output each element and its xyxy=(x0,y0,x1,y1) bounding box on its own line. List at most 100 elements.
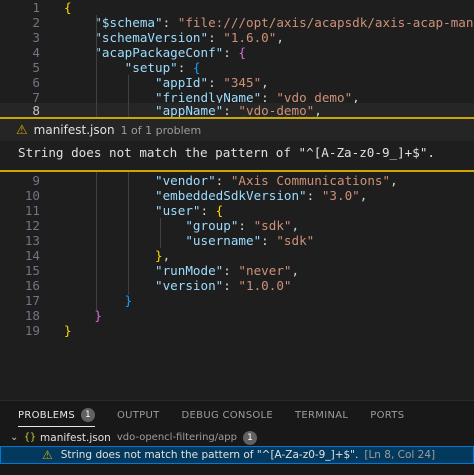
code-token: "sdk" xyxy=(253,218,292,233)
line-number: 4 xyxy=(32,45,40,60)
tab-label: PROBLEMS xyxy=(18,409,75,421)
line-code: { xyxy=(64,0,72,15)
chevron-down-icon[interactable]: ⌄ xyxy=(10,429,24,447)
line-code: "vendor": "Axis Communications", xyxy=(64,173,398,188)
code-token: "file:///opt/axis/acapsdk/axis-acap-mani xyxy=(177,15,474,30)
code-line[interactable]: 16 "version": "1.0.0" xyxy=(0,278,474,293)
code-line[interactable]: 15 "runMode": "never", xyxy=(0,263,474,278)
code-token: : xyxy=(223,263,239,278)
tab-output[interactable]: OUTPUT xyxy=(117,401,160,429)
code-line[interactable]: 9 "vendor": "Axis Communications", xyxy=(0,173,474,188)
problem-file-row[interactable]: ⌄ {} manifest.json vdo-opencl-filtering/… xyxy=(0,429,474,447)
code-token: "Axis Communications" xyxy=(230,173,391,188)
line-number: 8 xyxy=(32,103,40,118)
peek-file-name[interactable]: manifest.json xyxy=(34,123,115,137)
code-token: "appId" xyxy=(155,75,209,90)
problem-file-path: vdo-opencl-filtering/app xyxy=(116,432,237,443)
code-line[interactable]: 10 "embeddedSdkVersion": "3.0", xyxy=(0,188,474,203)
code-token: "sdk" xyxy=(276,233,315,248)
code-line[interactable]: 12 "group": "sdk", xyxy=(0,218,474,233)
code-line[interactable]: 11 "user": { xyxy=(0,203,474,218)
problem-location: [Ln 8, Col 24] xyxy=(364,449,436,461)
code-token: : xyxy=(261,233,277,248)
line-code: "username": "sdk" xyxy=(64,233,314,248)
line-number: 11 xyxy=(24,203,40,218)
code-line[interactable]: 1{ xyxy=(0,0,474,15)
line-code: "embeddedSdkVersion": "3.0", xyxy=(64,188,367,203)
code-token: { xyxy=(192,60,201,75)
code-line[interactable]: 5 "setup": { xyxy=(0,60,474,75)
code-token: : xyxy=(215,173,231,188)
code-line[interactable]: 6 "appId": "345", xyxy=(0,75,474,90)
tab-ports[interactable]: PORTS xyxy=(370,401,404,429)
tab-debug-console[interactable]: DEBUG CONSOLE xyxy=(182,401,273,429)
code-token: , xyxy=(162,248,171,263)
code-token: : xyxy=(223,45,239,60)
code-token: "3.0" xyxy=(321,188,360,203)
line-number: 5 xyxy=(32,60,40,75)
line-code: } xyxy=(64,323,72,338)
line-number: 12 xyxy=(24,218,40,233)
code-line[interactable]: 13 "username": "sdk" xyxy=(0,233,474,248)
line-number: 18 xyxy=(24,308,40,323)
tab-label: DEBUG CONSOLE xyxy=(181,409,274,421)
code-line[interactable]: 2 "$schema": "file:///opt/axis/acapsdk/a… xyxy=(0,15,474,30)
problem-file-name: manifest.json xyxy=(40,432,111,444)
code-token: "vendor" xyxy=(155,173,216,188)
code-line[interactable]: 14 }, xyxy=(0,248,474,263)
line-number: 13 xyxy=(24,233,40,248)
line-code: "appId": "345", xyxy=(64,75,269,90)
code-token: "schemaVersion" xyxy=(94,30,209,45)
code-line[interactable]: 19} xyxy=(0,323,474,338)
code-token: "user" xyxy=(155,203,201,218)
code-line[interactable]: 17 } xyxy=(0,293,474,308)
line-number: 1 xyxy=(32,0,40,15)
code-token: "345" xyxy=(223,75,262,90)
line-code: } xyxy=(64,308,102,323)
code-editor[interactable]: 1{2 "$schema": "file:///opt/axis/acapsdk… xyxy=(0,0,474,390)
line-code: "$schema": "file:///opt/axis/acapsdk/axi… xyxy=(64,15,474,30)
bottom-panel: PROBLEMS 1 OUTPUT DEBUG CONSOLE TERMINAL… xyxy=(0,400,474,475)
line-number: 3 xyxy=(32,30,40,45)
code-token: : xyxy=(238,218,254,233)
problem-item[interactable]: ⚠ String does not match the pattern of "… xyxy=(0,446,474,464)
code-line[interactable]: 4 "acapPackageConf": { xyxy=(0,45,474,60)
code-line[interactable]: 8 "appName": "vdo-demo", xyxy=(0,103,474,118)
line-code: "acapPackageConf": { xyxy=(64,45,246,60)
tab-terminal[interactable]: TERMINAL xyxy=(295,401,348,429)
indent-guide xyxy=(128,75,129,295)
tab-label: OUTPUT xyxy=(116,409,160,421)
line-number: 6 xyxy=(32,75,40,90)
code-token: : xyxy=(162,15,178,30)
peek-header: ⚠ manifest.json 1 of 1 problem xyxy=(0,119,474,141)
code-token: "group" xyxy=(185,218,239,233)
line-number: 17 xyxy=(24,293,40,308)
line-number: 2 xyxy=(32,15,40,30)
line-code: "setup": { xyxy=(64,60,201,75)
code-token: } xyxy=(124,293,133,308)
line-number: 9 xyxy=(32,173,40,188)
indent-guide xyxy=(160,218,161,248)
code-token: "embeddedSdkVersion" xyxy=(155,188,307,203)
line-number: 15 xyxy=(24,263,40,278)
peek-message: String does not match the pattern of "^[… xyxy=(18,145,436,160)
tab-problems[interactable]: PROBLEMS 1 xyxy=(18,401,95,429)
code-token: "never" xyxy=(238,263,292,278)
code-line[interactable]: 18 } xyxy=(0,308,474,323)
code-token: : xyxy=(208,30,224,45)
code-token: , xyxy=(390,173,398,188)
code-line[interactable]: 3 "schemaVersion": "1.6.0", xyxy=(0,30,474,45)
code-token: : xyxy=(200,203,216,218)
line-number: 19 xyxy=(24,323,40,338)
code-token: , xyxy=(261,75,269,90)
